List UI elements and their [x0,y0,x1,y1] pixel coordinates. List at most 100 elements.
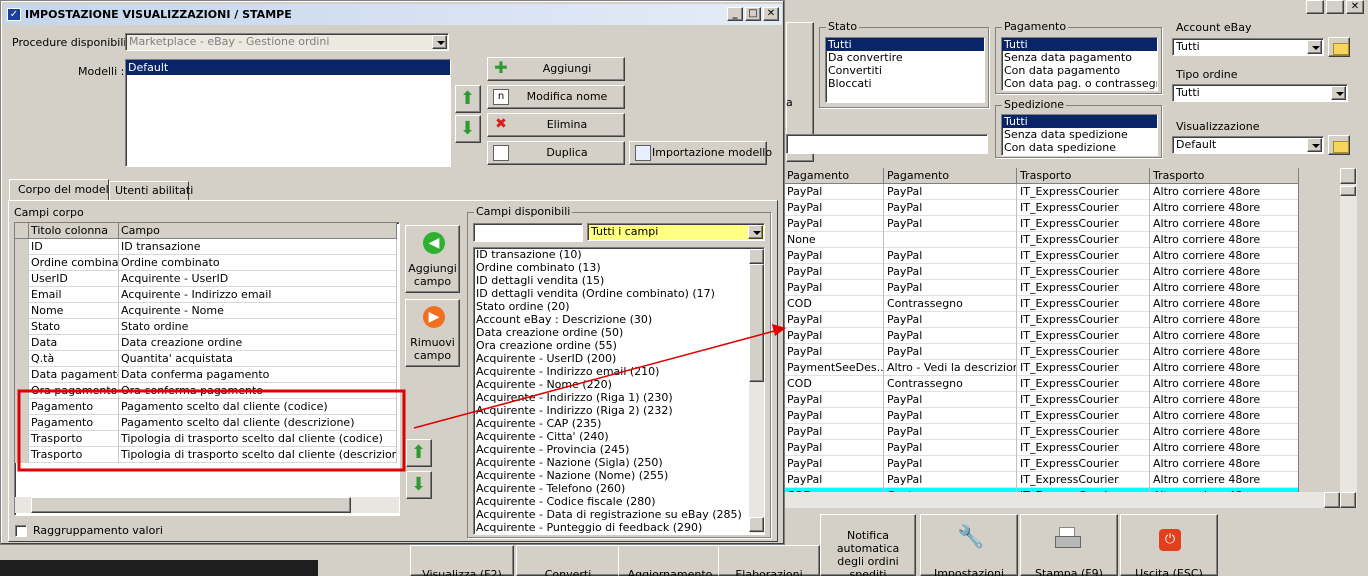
list-item[interactable]: Data creazione ordine (50) [474,326,748,339]
table-header-cell[interactable]: Campo [119,223,397,239]
table-row[interactable]: Trasporto Tipologia di trasporto scelto d… [15,447,397,463]
row-indicator[interactable] [15,431,29,447]
minimize-icon[interactable]: _ [727,7,743,21]
table-row[interactable]: PayPal PayPal IT_ExpressCourier Altro corri… [784,312,1298,328]
table-row[interactable]: PayPal PayPal IT_ExpressCourier Altro corri… [784,472,1298,488]
maximize-icon[interactable]: □ [745,7,761,21]
table-row[interactable]: Email Acquirente - Indirizzo email [15,287,397,303]
pagamento-list[interactable]: Tutti Senza data pagamento Con data paga… [1001,37,1158,91]
list-item[interactable]: Acquirente - UserID (200) [474,352,748,365]
elimina-button[interactable]: ✖ Elimina [487,113,625,137]
chevron-down-icon[interactable] [432,35,447,49]
table-row[interactable]: Data pagamento Data conferma pagamento [15,367,397,383]
table-row[interactable]: None IT_ExpressCourier Altro corriere 48or… [784,232,1298,248]
table-row[interactable]: PayPal PayPal IT_ExpressCourier Altro corri… [784,264,1298,280]
table-row[interactable]: ID ID transazione [15,239,397,255]
table-row[interactable]: Q.tà Quantita' acquistata [15,351,397,367]
row-indicator[interactable] [15,367,29,383]
campi-disponibili-list[interactable]: ID transazione (10) Ordine combinato (13)… [473,247,765,535]
list-item[interactable]: Tutti [826,38,984,51]
chevron-down-icon[interactable] [1307,138,1322,152]
list-item[interactable]: ID transazione (10) [474,248,748,261]
campi-table-hscrollbar[interactable] [15,497,399,513]
procedure-select[interactable]: Marketplace - eBay - Gestione ordini [125,33,449,51]
stampa-button[interactable]: Stampa (F9) [1020,514,1118,576]
scroll-down-button[interactable] [1340,492,1356,508]
table-row[interactable]: PayPal PayPal IT_ExpressCourier Altro corri… [784,408,1298,424]
table-row[interactable]: Trasporto Tipologia di trasporto scelto d… [15,431,397,447]
app-restore-button[interactable] [1326,0,1344,14]
list-item[interactable]: Acquirente - Nazione (Nome) (255) [474,469,748,482]
campi-search-input[interactable] [473,223,583,242]
orders-grid[interactable]: Pagamento Pagamento Trasporto Trasporto PayP… [784,168,1299,492]
list-item[interactable]: Acquirente - Data di registrazione su eB… [474,508,748,521]
scroll-up-button[interactable] [749,249,764,264]
list-item[interactable]: Acquirente - CAP (235) [474,417,748,430]
move-field-down-button[interactable]: ⬇ [406,471,432,499]
table-row[interactable]: PayPal PayPal IT_ExpressCourier Altro corri… [784,248,1298,264]
list-item[interactable]: Acquirente - Provincia (245) [474,443,748,456]
list-item[interactable]: Acquirente - Nazione (Sigla) (250) [474,456,748,469]
list-item[interactable]: Acquirente - Indirizzo email (210) [474,365,748,378]
notifica-button[interactable]: Notifica automatica degli ordini spediti [820,514,916,576]
aggiungi-campo-button[interactable]: ◀ Aggiungi campo [405,225,460,293]
list-item[interactable]: Bloccati [826,77,984,90]
campi-filter-select[interactable]: Tutti i campi [587,223,765,241]
stato-list[interactable]: Tutti Da convertire Convertiti Bloccati [825,37,985,103]
rimuovi-campo-button[interactable]: ▶ Rimuovi campo [405,299,460,367]
list-item[interactable]: Stato ordine (20) [474,300,748,313]
table-row[interactable]: CODContrassegnoIT_ExpressCourierAltro co… [784,376,1298,392]
tipo-ordine-select[interactable]: Tutti [1172,84,1348,102]
table-row[interactable]: PayPal PayPal IT_ExpressCourier Altro corri… [784,200,1298,216]
move-model-up-button[interactable]: ⬆ [455,85,481,113]
row-indicator[interactable] [15,415,29,431]
grid-horizontal-scrollbar[interactable] [784,492,1340,508]
converti-button[interactable]: Converti [516,545,620,576]
visualizza-button[interactable]: Visualizza (F2) [410,545,514,576]
scroll-down-button[interactable] [749,517,764,532]
scroll-right-button[interactable] [1324,492,1340,508]
list-item[interactable]: Acquirente - Telefono (260) [474,482,748,495]
table-row[interactable]: Data Data creazione ordine [15,335,397,351]
table-row[interactable]: PayPal PayPal IT_ExpressCourier Altro corri… [784,184,1298,200]
close-icon[interactable]: ✕ [763,7,779,21]
grid-header-cell[interactable]: Trasporto [1017,168,1150,184]
grid-header-cell[interactable]: Pagamento [784,168,884,184]
list-item[interactable]: Acquirente - Indirizzo (Riga 2) (232) [474,404,748,417]
table-row[interactable]: UserID Acquirente - UserID [15,271,397,287]
table-row[interactable]: Nome Acquirente - Nome [15,303,397,319]
table-row[interactable]: CODContrassegnoIT_ExpressCourierAltro co… [784,296,1298,312]
table-row[interactable]: Pagamento Pagamento scelto dal cliente (c… [15,399,397,415]
row-indicator[interactable] [15,399,29,415]
row-indicator[interactable] [15,351,29,367]
table-row[interactable]: PayPal PayPal IT_ExpressCourier Altro corri… [784,280,1298,296]
row-indicator[interactable] [15,383,29,399]
uscita-button[interactable]: ⏻ Uscita (ESC) [1120,514,1218,576]
list-item[interactable]: Ora creazione ordine (55) [474,339,748,352]
table-row[interactable]: PayPal PayPal IT_ExpressCourier Altro corri… [784,424,1298,440]
grid-vertical-scrollbar[interactable] [1340,168,1357,508]
list-item[interactable]: Acquirente - Punteggio di feedback (290) [474,521,748,534]
list-item[interactable]: Da convertire [826,51,984,64]
spedizione-list[interactable]: Tutti Senza data spedizione Con data spe… [1001,114,1158,156]
list-item[interactable]: Account eBay : Descrizione (30) [474,313,748,326]
table-row[interactable]: Ora pagamento Ora conferma pagamento [15,383,397,399]
row-indicator[interactable] [15,255,29,271]
tab-utenti-abilitati[interactable]: Utenti abilitati [109,181,193,200]
table-header-cell[interactable]: Titolo colonna [29,223,119,239]
move-field-up-button[interactable]: ⬆ [406,439,432,467]
aggiornamento-button[interactable]: Aggiornamento [618,545,722,576]
table-row[interactable]: Ordine combinatoOrdine combinato [15,255,397,271]
grid-header-cell[interactable]: Pagamento [884,168,1017,184]
table-row[interactable]: PayPal PayPal IT_ExpressCourier Altro corri… [784,440,1298,456]
tab-corpo-del-modello[interactable]: Corpo del modello [9,179,118,201]
account-ebay-select[interactable]: Tutti [1172,38,1324,56]
folder-icon[interactable] [1328,135,1350,155]
scroll-thumb[interactable] [1340,186,1356,196]
search-input[interactable] [786,134,988,154]
table-row[interactable]: Pagamento Pagamento scelto dal cliente (d… [15,415,397,431]
duplica-button[interactable]: Duplica [487,141,625,165]
grid-header-cell[interactable]: Trasporto [1150,168,1298,184]
table-row[interactable]: PayPal PayPal IT_ExpressCourier Altro corri… [784,328,1298,344]
folder-icon[interactable] [1328,37,1350,57]
